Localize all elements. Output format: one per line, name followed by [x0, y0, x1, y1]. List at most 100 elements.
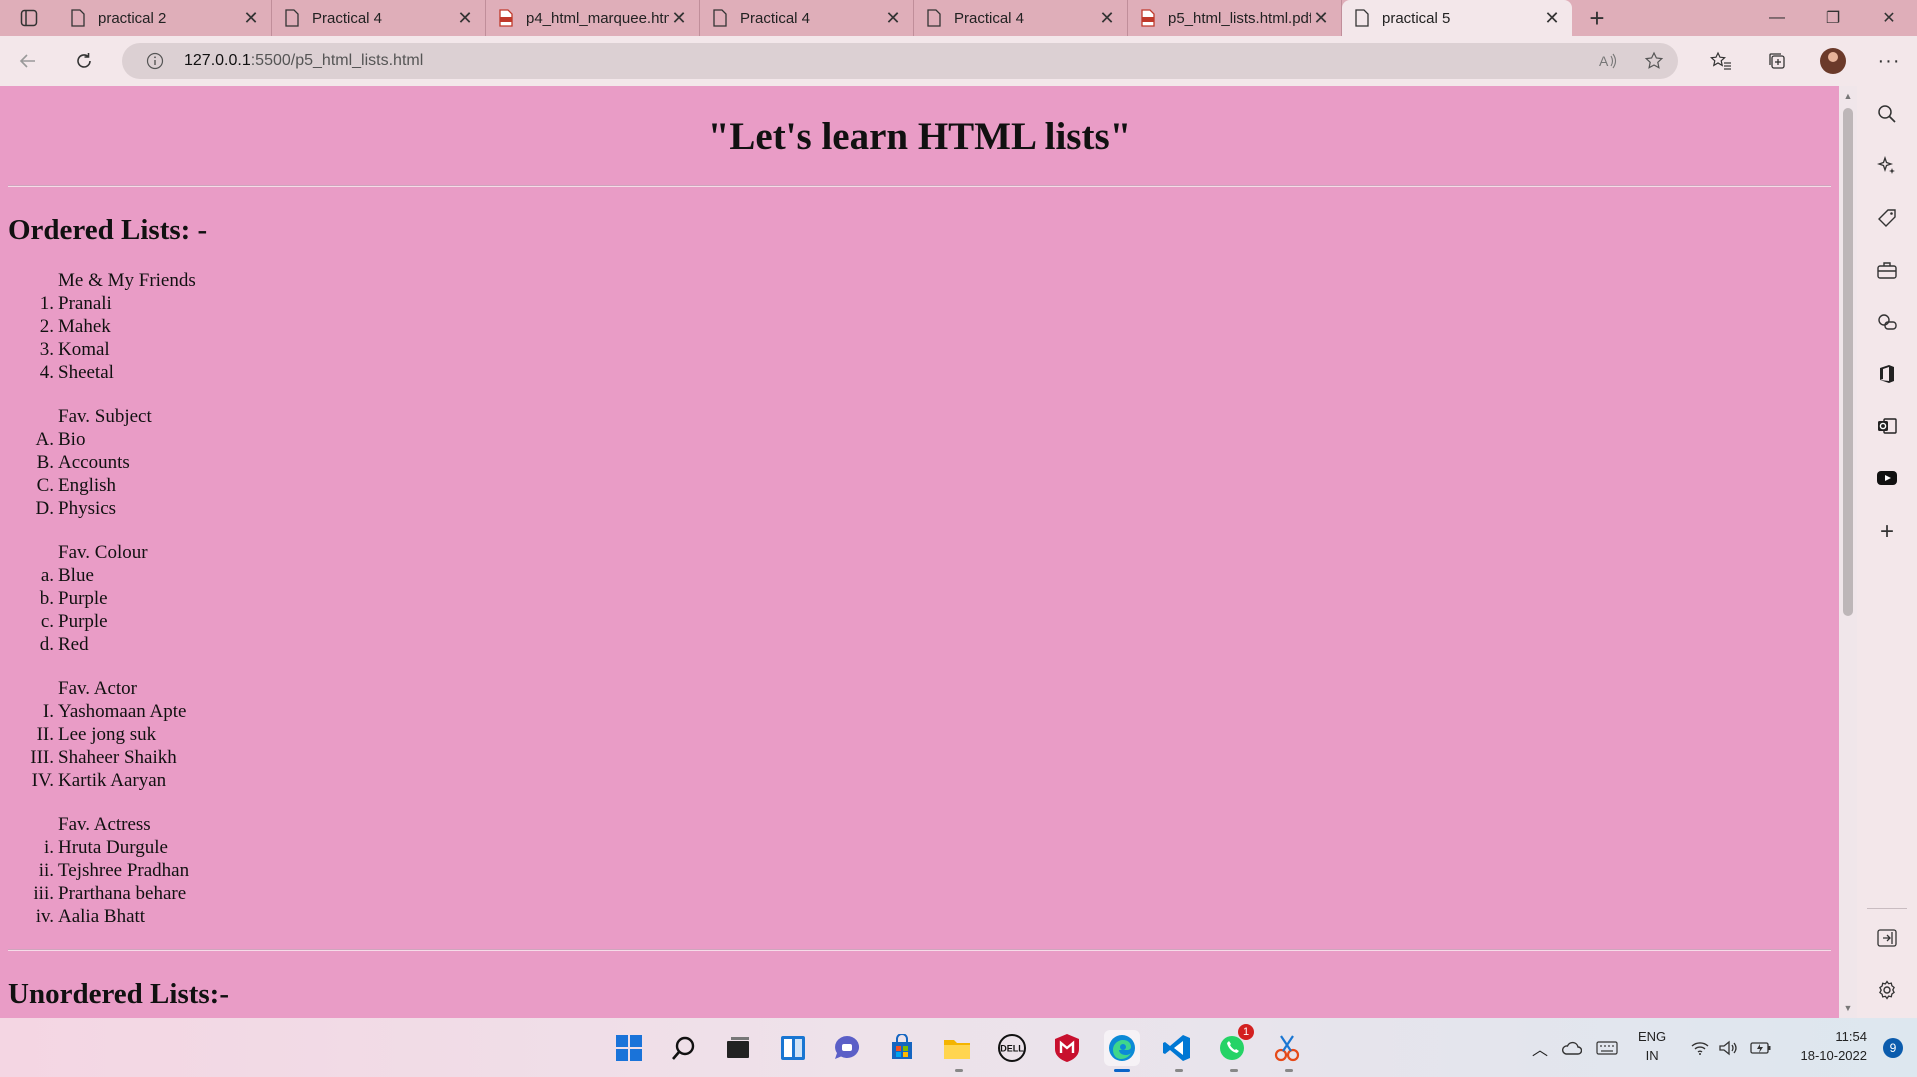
- scroll-up-icon[interactable]: ▲: [1839, 88, 1857, 104]
- minimize-button[interactable]: —: [1749, 0, 1805, 36]
- page-icon: [924, 8, 944, 28]
- search-icon: [1878, 105, 1896, 123]
- add-favorite-icon[interactable]: [1644, 51, 1664, 76]
- tab-bar: practical 2 ✕ Practical 4 ✕ p4_html_marq…: [0, 0, 1917, 36]
- edge-button[interactable]: [1104, 1030, 1140, 1066]
- close-window-button[interactable]: ✕: [1861, 0, 1917, 36]
- close-icon[interactable]: ✕: [241, 8, 261, 29]
- whatsapp-button[interactable]: 1: [1214, 1024, 1254, 1066]
- refresh-button[interactable]: [56, 36, 112, 86]
- list-caption: Fav. Actress: [58, 814, 151, 835]
- sidebar-discover-button[interactable]: [1873, 152, 1901, 180]
- notification-center-badge[interactable]: 9: [1883, 1038, 1903, 1058]
- list-caption: Fav. Actor: [58, 678, 137, 699]
- info-icon[interactable]: [140, 52, 170, 70]
- network-tray[interactable]: [1690, 1018, 1710, 1077]
- mcafee-button[interactable]: [1049, 1030, 1085, 1066]
- svg-text:DELL: DELL: [1000, 1044, 1024, 1054]
- sidebar-add-button[interactable]: +: [1873, 518, 1901, 546]
- teams-chat-button[interactable]: [829, 1030, 865, 1066]
- sidebar-settings-button[interactable]: [1873, 976, 1901, 1004]
- sidebar-games-button[interactable]: [1873, 308, 1901, 336]
- task-view-icon: [727, 1037, 749, 1058]
- tab-practical-5[interactable]: practical 5 ✕: [1342, 0, 1572, 36]
- unordered-lists-heading: Unordered Lists:-: [8, 978, 229, 1010]
- scissors-icon: [1274, 1035, 1300, 1062]
- widgets-button[interactable]: [775, 1030, 811, 1066]
- url-text[interactable]: 127.0.0.1:5500/p5_html_lists.html: [184, 52, 423, 70]
- tab-p5-lists-pdf[interactable]: p5_html_lists.html.pdf ✕: [1128, 0, 1342, 36]
- profile-button[interactable]: [1805, 36, 1861, 86]
- restore-icon: ❐: [1825, 10, 1841, 27]
- new-tab-button[interactable]: +: [1572, 0, 1622, 36]
- sidebar-search-button[interactable]: [1873, 100, 1901, 128]
- dell-app-button[interactable]: DELL: [994, 1030, 1030, 1066]
- list-item-text: Sheetal: [58, 362, 114, 383]
- restore-button[interactable]: ❐: [1805, 0, 1861, 36]
- vscode-icon: [1163, 1035, 1190, 1061]
- task-view-button[interactable]: [720, 1030, 756, 1066]
- ordered-lists-heading: Ordered Lists: -: [8, 214, 208, 246]
- collections-button[interactable]: [1749, 36, 1805, 86]
- close-icon[interactable]: ✕: [1542, 8, 1562, 29]
- tab-title: Practical 4: [312, 9, 383, 27]
- back-button[interactable]: [0, 36, 56, 86]
- sidebar-tools-button[interactable]: [1873, 256, 1901, 284]
- sidebar-outlook-button[interactable]: [1873, 412, 1901, 440]
- address-bar[interactable]: 127.0.0.1:5500/p5_html_lists.html A: [122, 43, 1678, 79]
- tab-p4-marquee[interactable]: p4_html_marquee.htm ✕: [486, 0, 700, 36]
- tab-practical-4[interactable]: Practical 4 ✕: [272, 0, 486, 36]
- store-button[interactable]: [884, 1030, 920, 1066]
- keyboard-icon: [1596, 1040, 1618, 1055]
- list-item-text: Hruta Durgule: [58, 837, 168, 858]
- touch-keyboard-tray[interactable]: [1596, 1018, 1618, 1077]
- close-icon[interactable]: ✕: [455, 8, 475, 29]
- browser-toolbar: 127.0.0.1:5500/p5_html_lists.html A ···: [0, 36, 1917, 86]
- tab-actions-icon: [20, 9, 38, 27]
- close-icon[interactable]: ✕: [1311, 8, 1331, 29]
- list-item: c. Purple: [8, 610, 1831, 633]
- settings-more-button[interactable]: ···: [1861, 36, 1917, 86]
- close-icon[interactable]: ✕: [1097, 8, 1117, 29]
- favorites-icon: [1710, 51, 1731, 70]
- vscode-button[interactable]: [1159, 1030, 1195, 1066]
- page-icon: [710, 8, 730, 28]
- sidebar-youtube-button[interactable]: [1873, 464, 1901, 492]
- tab-practical-2[interactable]: practical 2 ✕: [58, 0, 272, 36]
- list-marker: d.: [39, 634, 54, 655]
- file-explorer-button[interactable]: [939, 1030, 975, 1066]
- widgets-icon: [781, 1036, 805, 1060]
- clock[interactable]: 11:54 18-10-2022: [1801, 1027, 1868, 1065]
- tab-actions-button[interactable]: [0, 0, 58, 36]
- sidebar-shopping-button[interactable]: [1873, 204, 1901, 232]
- taskbar-search-button[interactable]: [666, 1030, 702, 1066]
- onedrive-tray[interactable]: [1560, 1018, 1582, 1077]
- list-item-text: Purple: [58, 588, 108, 609]
- page-scrollbar[interactable]: ▲ ▼: [1839, 86, 1857, 1018]
- list-item: d. Red: [8, 633, 1831, 656]
- tab-practical-4-c[interactable]: Practical 4 ✕: [914, 0, 1128, 36]
- close-icon[interactable]: ✕: [883, 8, 903, 29]
- language-indicator[interactable]: ENG IN: [1638, 1027, 1666, 1065]
- close-icon[interactable]: ✕: [669, 8, 689, 29]
- sidebar-hide-button[interactable]: [1873, 924, 1901, 952]
- battery-tray[interactable]: [1750, 1018, 1772, 1077]
- list-marker: ii.: [38, 860, 54, 881]
- page-content: "Let's learn HTML lists" Ordered Lists: …: [0, 113, 1839, 1011]
- more-icon: ···: [1877, 49, 1901, 72]
- read-aloud-icon[interactable]: A: [1598, 51, 1618, 76]
- list-item: B. Accounts: [8, 451, 1831, 474]
- show-hidden-icons[interactable]: ︿: [1532, 1018, 1548, 1077]
- scroll-down-icon[interactable]: ▼: [1839, 1000, 1857, 1016]
- toolbox-icon: [1877, 262, 1897, 279]
- running-indicator: [1230, 1069, 1238, 1072]
- outlook-icon: [1878, 418, 1897, 434]
- favorites-button[interactable]: [1693, 36, 1749, 86]
- snipping-tool-button[interactable]: [1269, 1030, 1305, 1066]
- start-button[interactable]: [611, 1030, 647, 1066]
- list-item: IV. Kartik Aaryan: [8, 769, 1831, 792]
- volume-tray[interactable]: [1718, 1018, 1738, 1077]
- sidebar-office-button[interactable]: [1873, 360, 1901, 388]
- scrollbar-thumb[interactable]: [1843, 108, 1853, 616]
- tab-practical-4-b[interactable]: Practical 4 ✕: [700, 0, 914, 36]
